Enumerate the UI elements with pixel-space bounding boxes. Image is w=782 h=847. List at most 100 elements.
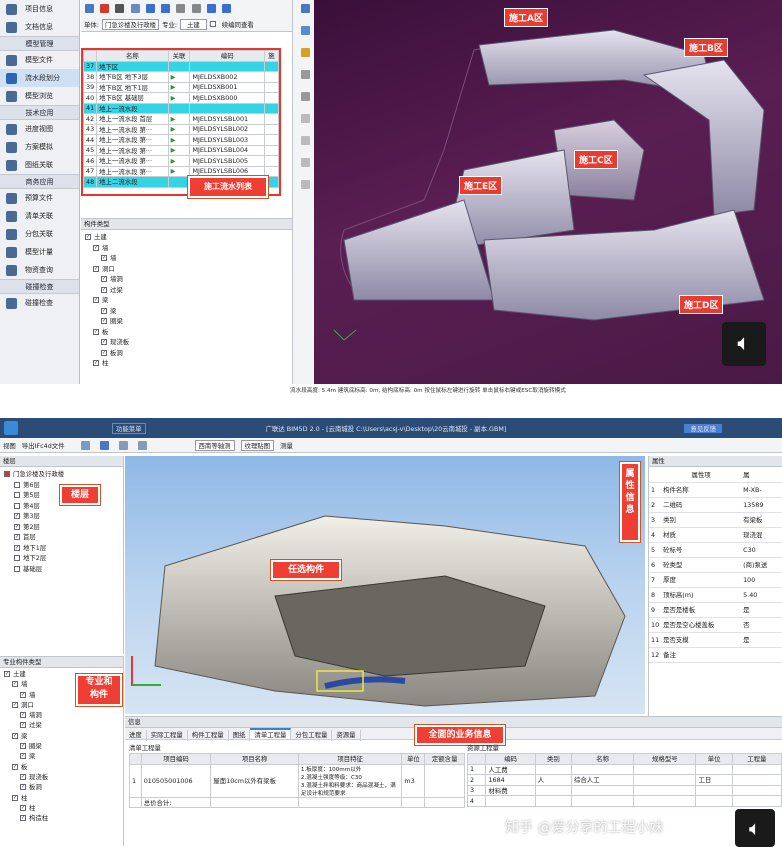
- tree-node[interactable]: ✓ 柱: [4, 793, 119, 803]
- unit-select[interactable]: 门急诊楼及行政楼: [101, 18, 160, 30]
- property-row[interactable]: 3 类别 有梁板: [649, 512, 782, 528]
- sidebar-item-material[interactable]: 物资查询: [0, 261, 79, 279]
- tree-node[interactable]: ✓ 墙: [85, 253, 288, 264]
- tree-checkbox[interactable]: ✓: [101, 318, 107, 324]
- sidebar-item-bill-link[interactable]: 清单关联: [0, 207, 79, 225]
- flow-table-row[interactable]: 42 地上一流水段 首层 ▶ MJELDSYLSBL001: [83, 113, 279, 125]
- tree-checkbox[interactable]: ✓: [4, 671, 10, 677]
- tree-checkbox[interactable]: ✓: [93, 360, 99, 366]
- tree-node[interactable]: ✓ 板洞: [4, 782, 119, 792]
- floor-item[interactable]: ✓ 第3层: [4, 511, 119, 522]
- sidebar-item-flow-section[interactable]: 流水段划分: [0, 69, 79, 87]
- sidebar-item-model-browse[interactable]: 模型浏览: [0, 87, 79, 105]
- tree-node[interactable]: ✓ 圈梁: [85, 316, 288, 327]
- up-icon[interactable]: [145, 4, 155, 13]
- flag-icon[interactable]: ▶: [167, 155, 191, 167]
- arrow-icon[interactable]: [301, 26, 310, 35]
- flow-table-row[interactable]: 39 地下B区 地下1层 ▶ MJELDSXB001: [83, 81, 279, 93]
- tree-checkbox[interactable]: ✓: [20, 773, 26, 780]
- tree-checkbox[interactable]: ✓: [12, 701, 18, 708]
- sidebar-item-simulation[interactable]: 方案模拟: [0, 138, 79, 156]
- tree-node[interactable]: ✓ 土建: [85, 232, 288, 243]
- sidebar-item-drawing[interactable]: 图纸关联: [0, 156, 79, 174]
- sidebar-item-doc-info[interactable]: 文档信息: [0, 18, 79, 36]
- tree-node[interactable]: ✓ 柱: [85, 358, 288, 369]
- tab-4[interactable]: 清单工程量: [250, 728, 292, 739]
- property-row[interactable]: 4 材质 现浇混: [649, 527, 782, 543]
- floor-checkbox[interactable]: ✓: [14, 513, 20, 519]
- flag-icon[interactable]: ▶: [167, 81, 191, 93]
- tree-checkbox[interactable]: ✓: [93, 265, 99, 272]
- table-row[interactable]: 3 材料费: [466, 784, 782, 796]
- floor-checkbox[interactable]: [14, 492, 20, 498]
- tab-1[interactable]: 实际工程量: [147, 730, 188, 741]
- floor-item[interactable]: ✓ 首层: [4, 532, 119, 543]
- flag-icon[interactable]: ▶: [167, 92, 191, 104]
- flow-table-row[interactable]: 41 地上一流水段: [83, 102, 279, 114]
- top-3d-view[interactable]: 施工A区 施工B区 施工C区 施工E区 施工D区 🔈︎: [314, 0, 782, 384]
- tree-checkbox[interactable]: ✓: [101, 339, 107, 345]
- tree-checkbox[interactable]: ✓: [20, 743, 26, 750]
- sidebar-item-budget[interactable]: 预算文件: [0, 189, 79, 207]
- pointer-icon[interactable]: [99, 440, 109, 450]
- flag-icon[interactable]: ▶: [167, 134, 191, 146]
- tree-checkbox[interactable]: ✓: [12, 794, 18, 801]
- floor-item[interactable]: ✓ 地下1层: [4, 543, 119, 554]
- tree-checkbox[interactable]: ✓: [85, 234, 91, 240]
- tree-checkbox[interactable]: ✓: [20, 804, 26, 811]
- flag-icon[interactable]: [167, 60, 191, 72]
- tree-node[interactable]: ✓ 梁: [4, 731, 119, 741]
- zoom-in-icon[interactable]: [118, 440, 128, 450]
- tree-node[interactable]: ✓ 梁: [4, 751, 119, 761]
- close-icon[interactable]: [301, 180, 310, 189]
- property-row[interactable]: 9 是否是楼板是: [649, 602, 782, 618]
- link-icon[interactable]: [115, 4, 125, 13]
- discipline-select[interactable]: 土建: [180, 18, 207, 30]
- tree-node[interactable]: ✓ 墙: [85, 243, 288, 254]
- flow-table-row[interactable]: 47 地上一流水段 第··· ▶ MJELDSYLSBL006: [83, 165, 279, 177]
- flow-table-row[interactable]: 44 地上一流水段 第··· ▶ MJELDSYLSBL003: [83, 134, 279, 146]
- bottom-3d-view[interactable]: 任选构件: [125, 456, 645, 714]
- tree-node[interactable]: ✓ 现浇板: [85, 337, 288, 348]
- floor-item[interactable]: 基础层: [4, 564, 119, 575]
- flag-icon[interactable]: ▶: [167, 113, 191, 125]
- tree-checkbox[interactable]: ✓: [101, 349, 107, 356]
- floor-checkbox[interactable]: ✓: [14, 544, 20, 551]
- property-row[interactable]: 10 是否是空心楼盖板否: [649, 617, 782, 633]
- copy-icon[interactable]: [301, 70, 310, 79]
- floor-checkbox[interactable]: [14, 502, 20, 509]
- flag-icon[interactable]: [167, 102, 191, 114]
- flow-table-row[interactable]: 46 地上一流水段 第··· ▶ MJELDSYLSBL005: [83, 155, 279, 167]
- grid-icon[interactable]: [80, 440, 90, 450]
- zoom-out-icon[interactable]: [137, 440, 147, 450]
- tab-0[interactable]: 进度: [125, 730, 147, 741]
- tree-checkbox[interactable]: ✓: [101, 307, 107, 314]
- tree-node[interactable]: ✓ 柱: [4, 803, 119, 813]
- close-icon[interactable]: [100, 4, 110, 13]
- menu-button[interactable]: 功能菜单: [112, 422, 146, 434]
- table-row[interactable]: 2 1684 人综合人工 工日: [466, 774, 782, 786]
- plus-icon[interactable]: [301, 114, 310, 123]
- sidebar-item-collision[interactable]: 碰撞检查: [0, 294, 79, 312]
- property-row[interactable]: 8 顶标高(m) 5.40: [649, 587, 782, 603]
- tree-node[interactable]: ✓ 墙洞: [4, 710, 119, 720]
- sidebar-item-progress[interactable]: 进度视图: [0, 120, 79, 138]
- floor-checkbox[interactable]: [14, 555, 20, 561]
- tree-checkbox[interactable]: ✓: [20, 753, 26, 760]
- speaker-icon[interactable]: 🔈︎: [722, 322, 766, 366]
- x-icon[interactable]: [301, 158, 310, 167]
- top-icon[interactable]: [176, 4, 186, 13]
- tree-node[interactable]: ✓ 梁: [85, 306, 288, 317]
- tree-node[interactable]: ✓ 圈梁: [4, 741, 119, 751]
- save-icon[interactable]: [301, 4, 310, 13]
- rotate-icon[interactable]: [301, 136, 310, 145]
- doc-icon[interactable]: [85, 4, 94, 13]
- floor-root-checkbox[interactable]: [4, 471, 10, 477]
- tree-checkbox[interactable]: ✓: [93, 297, 99, 303]
- tree-checkbox[interactable]: ✓: [101, 286, 107, 293]
- feedback-button[interactable]: 意见反馈: [684, 423, 722, 433]
- tree-node[interactable]: ✓ 过梁: [4, 720, 119, 730]
- texture-select[interactable]: 纹理贴图: [240, 439, 275, 451]
- export-ifc-button[interactable]: 导出IFc4d文件: [22, 441, 65, 450]
- floor-checkbox[interactable]: ✓: [14, 523, 20, 530]
